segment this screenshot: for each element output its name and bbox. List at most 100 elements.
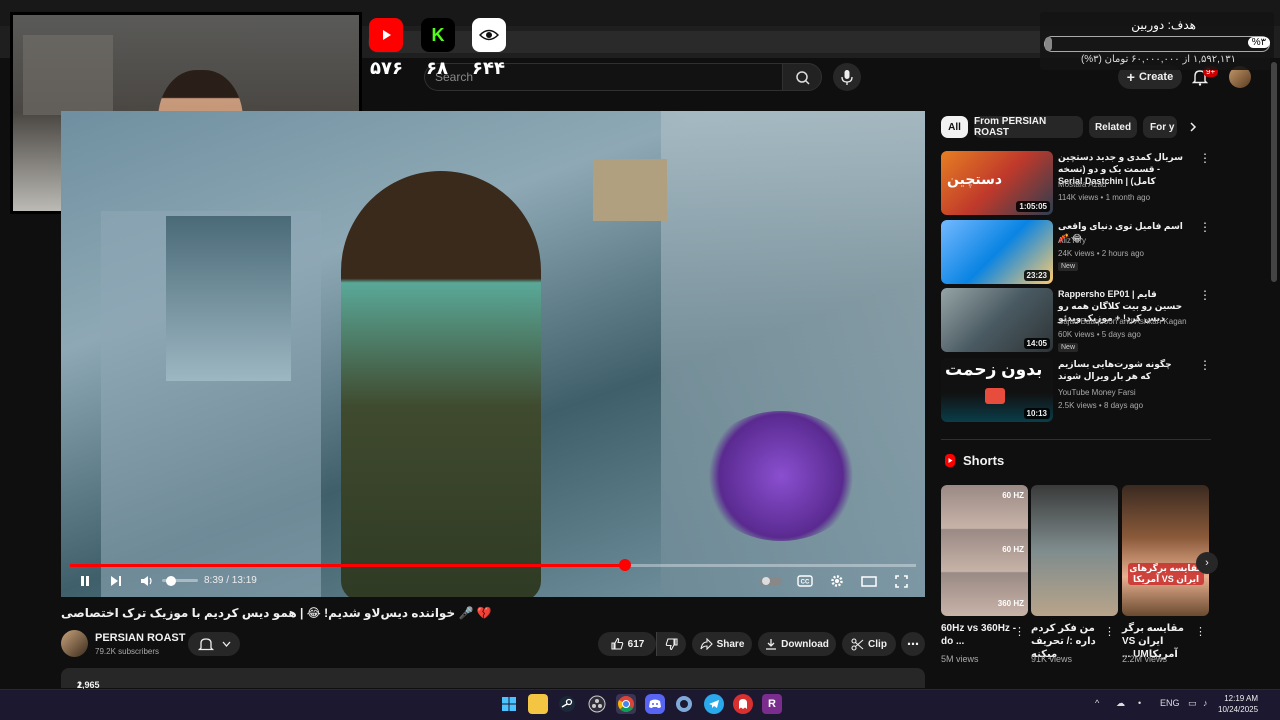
autoplay-icon [760,577,782,585]
subscription-bell-button[interactable] [188,632,240,656]
next-button[interactable] [107,572,125,590]
video-player[interactable] [61,111,925,597]
channel-name[interactable]: PERSIAN ROAST [95,632,185,644]
short-title[interactable]: 60Hz vs 360Hz - do ... [941,622,1017,648]
shorts-next-button[interactable]: › [1196,552,1218,574]
trend-arrow-icon [985,388,1005,404]
time-display: 8:39 / 13:19 [204,575,257,586]
more-vertical-icon[interactable]: ⋮ [1199,288,1211,302]
plus-icon: + [1126,69,1135,85]
channel-avatar[interactable] [61,630,88,657]
recommendation-channel[interactable]: YouTube Money Farsi [1058,388,1136,397]
chip-all[interactable]: All [941,116,968,138]
settings-button[interactable] [828,572,846,590]
more-vertical-icon[interactable]: ⋮ [1104,625,1115,638]
video-thumbnail[interactable]: دستچین 1:05:05 [941,151,1053,215]
duration-badge: 14:05 [1023,338,1050,349]
recommendation-item[interactable]: 14:05 Rappersho EP01 | قایم حسین رو بیت … [941,288,1211,352]
dislike-button[interactable] [656,632,686,656]
viewers-eye-icon [472,18,506,52]
gear-icon [831,575,843,587]
telegram-icon[interactable] [704,694,724,714]
short-thumbnail[interactable] [1031,485,1118,616]
chrome-icon[interactable] [616,694,636,714]
donation-goal-overlay: هدف: دوربین %۳ ۱,۵۹۲,۱۳۱ از ۶۰,۰۰۰,۰۰۰ ت… [1040,12,1274,70]
recommendation-title[interactable]: چگونه شورت‌هایی بسازیم که هر بار ویرال ش… [1058,358,1183,382]
theater-icon [861,575,877,587]
thumbs-down-icon [665,638,678,651]
video-performer [341,171,541,597]
description-box[interactable]: 2,965 views 1 hour ago [61,668,925,710]
pause-icon [81,576,89,586]
voice-search-button[interactable] [833,63,861,91]
video-thumbnail[interactable]: 23:23 [941,220,1053,284]
more-vertical-icon[interactable]: ⋮ [1199,220,1211,234]
recommendation-meta: 24K views • 2 hours ago [1058,249,1144,258]
discord-icon[interactable] [645,694,665,714]
mute-button[interactable] [138,572,156,590]
more-vertical-icon[interactable]: ⋮ [1014,625,1025,638]
more-vertical-icon[interactable]: ⋮ [1195,625,1206,638]
chevron-up-icon[interactable]: ^ [1095,698,1099,708]
recommendation-item[interactable]: دستچین 1:05:05 سریال کمدی و جدید دستچین … [941,151,1211,215]
chevron-right-icon: › [1205,557,1209,569]
r-app-icon[interactable]: R [762,694,782,714]
volume-knob[interactable] [166,576,176,586]
rec-age: 8 days ago [1103,401,1144,410]
rec-age: 5 days ago [1101,330,1141,339]
fullscreen-button[interactable] [892,572,910,590]
video-thumbnail[interactable]: 14:05 [941,288,1053,352]
mail-icon[interactable] [674,694,694,714]
windows-taskbar [0,689,1280,720]
search-button[interactable] [782,63,822,91]
subscriber-count: 79.2K subscribers [95,647,160,656]
like-button[interactable]: 617 [598,632,656,656]
pause-button[interactable] [76,572,94,590]
recommendation-meta: 2.5K views • 8 days ago [1058,401,1144,410]
bell-icon [197,638,231,651]
autoplay-toggle[interactable] [760,572,782,590]
scissors-icon [851,637,864,651]
theater-mode-button[interactable] [859,572,879,590]
obs-icon[interactable] [587,694,607,714]
recommendation-channel[interactable]: AlizTory [1058,236,1086,245]
view-and-age: 2,965 views 1 hour ago [69,674,102,710]
chip-for-you[interactable]: For y [1143,116,1177,138]
system-clock[interactable]: 12:19 AM 10/24/2025 [1218,693,1258,715]
speaker-icon[interactable]: ♪ [1203,698,1208,708]
scrollbar-thumb[interactable] [1271,62,1277,282]
short-thumbnail[interactable]: مقایسه برگرهای ایران VS آمریکا [1122,485,1209,616]
network-icon[interactable]: ▭ [1188,698,1197,709]
chips-next-button[interactable] [1184,117,1202,137]
like-count: 617 [627,638,645,650]
more-vertical-icon[interactable]: ⋮ [1199,358,1211,372]
cloud-icon[interactable]: ☁ [1116,698,1125,709]
shorts-title: Shorts [963,453,1005,468]
captions-button[interactable]: CC [796,572,814,590]
recommendation-channel[interactable]: Mostafa Azad [1058,180,1106,189]
recommendation-item[interactable]: 23:23 اسم فامیل توی دنیای واقعی 😂 🧨 Aliz… [941,220,1211,284]
language-indicator[interactable]: ENG [1160,698,1180,708]
short-thumbnail[interactable]: 60 HZ 60 HZ 360 HZ [941,485,1028,616]
more-actions-button[interactable]: ⋯ [901,632,925,656]
windows-start-icon[interactable] [499,694,519,714]
share-button[interactable]: Share [692,632,752,656]
video-thumbnail[interactable]: بدون زحمت 10:13 [941,358,1053,422]
steam-icon[interactable] [557,694,577,714]
chip-related[interactable]: Related [1089,116,1137,138]
share-label: Share [716,638,745,650]
ghost-app-icon[interactable] [733,694,753,714]
hz-label: 60 HZ [1002,545,1024,554]
recommendation-channel[interactable]: Sajad Baaqboon and Ashkan Kagan [1058,317,1187,326]
chip-from-channel[interactable]: From PERSIAN ROAST [974,116,1083,138]
file-explorer-icon[interactable] [528,694,548,714]
clip-button[interactable]: Clip [842,632,896,656]
mic-tray-icon[interactable]: • [1138,698,1141,708]
video-title: 💔 🎤 خواننده دیس‌لاو شدیم! 😂 | همو دیس کر… [61,606,492,620]
fullscreen-icon [894,574,908,588]
new-badge: New [1058,343,1079,352]
progress-scrubber[interactable] [618,559,631,571]
recommendation-item[interactable]: بدون زحمت 10:13 چگونه شورت‌هایی بسازیم ک… [941,358,1211,422]
more-vertical-icon[interactable]: ⋮ [1199,151,1211,165]
download-button[interactable]: Download [758,632,836,656]
